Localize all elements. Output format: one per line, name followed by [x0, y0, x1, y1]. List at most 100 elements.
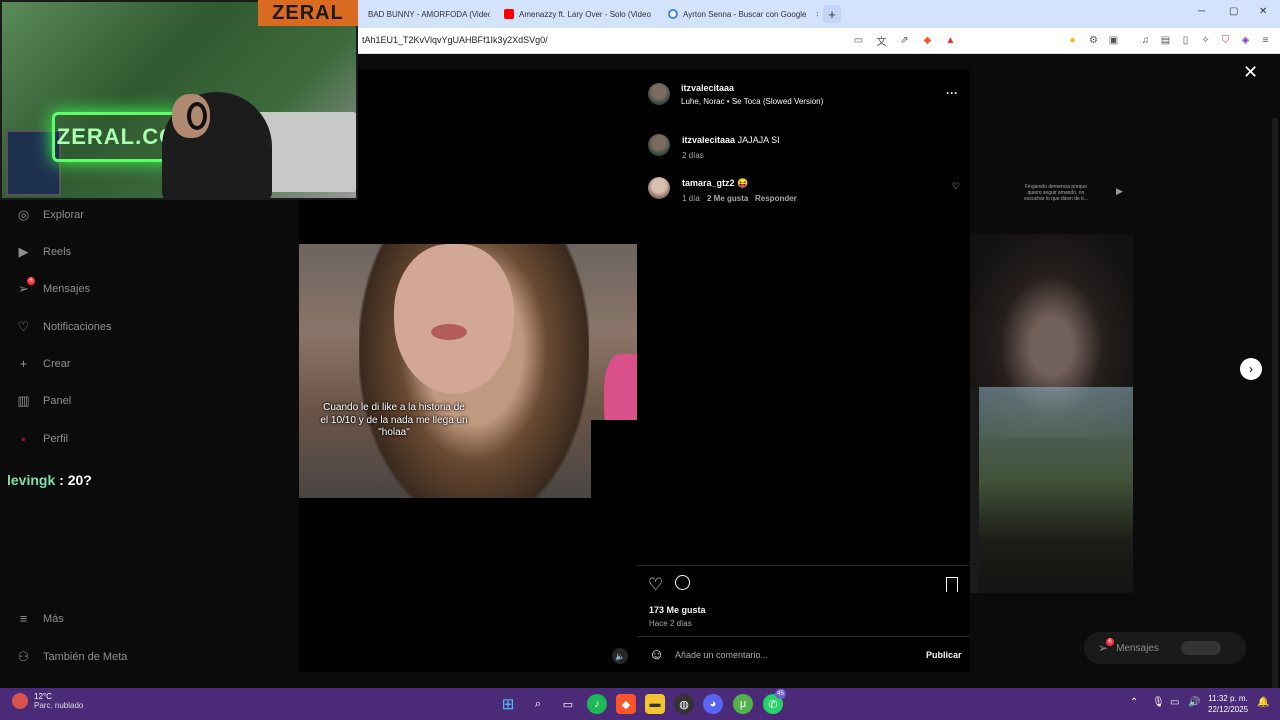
translate-icon[interactable]: 文	[875, 34, 888, 48]
menu-icon[interactable]: ≡	[1259, 34, 1272, 47]
url-text[interactable]: tAh1EU1_T2KvVlqvYgUAHBFf1Ik3y2XdSVg0/	[362, 35, 548, 45]
tab-ayrton-senna[interactable]: Ayrton Senna - Buscar con Google ✕	[660, 3, 818, 25]
tab-title: BAD BUNNY - AMORFODA (Video O	[368, 9, 490, 19]
more-options-icon[interactable]: ···	[946, 86, 958, 100]
close-icon[interactable]: ✕	[1243, 62, 1258, 83]
grid-post-thumbnail[interactable]	[979, 387, 1133, 593]
sidebar-item-panel[interactable]: ▥ Panel	[16, 393, 71, 408]
sidebar-item-explorar[interactable]: ◎ Explorar	[16, 207, 84, 222]
comment: itzvalecitaaa JAJAJA SI	[682, 135, 780, 145]
extension-icon[interactable]: ⚙	[1087, 34, 1100, 47]
minimize-button[interactable]: ─	[1198, 6, 1205, 17]
notification-badge: 45	[775, 689, 786, 699]
mute-button[interactable]: 🔈	[612, 648, 628, 664]
reading-list-icon[interactable]: ▤	[1159, 34, 1172, 47]
comment-likes[interactable]: 2 Me gusta	[707, 194, 748, 203]
like-count[interactable]: 173 Me gusta	[649, 605, 706, 615]
heart-icon: ♡	[17, 318, 30, 334]
brave-rewards-icon[interactable]: ▲	[944, 34, 957, 47]
windows-taskbar: 12°C Parc. nublado ⊞ ⌕ ▭ ♪ ◆ ▬ ◍ ◕ μ ✆ 4…	[0, 688, 1280, 720]
comment-user[interactable]: itzvalecitaaa	[682, 135, 735, 145]
bookmark-icon[interactable]	[946, 577, 958, 592]
sidebar-item-mensajes[interactable]: ➢ 6 Mensajes	[16, 277, 90, 296]
extension-icon[interactable]: ✧	[1199, 34, 1212, 47]
share-icon[interactable]: ⇗	[898, 34, 911, 47]
post-audio[interactable]: Luhe, Norac • Se Toca (Slowed Version)	[681, 97, 823, 106]
avatar[interactable]	[648, 177, 670, 199]
sidebar-item-meta[interactable]: ⚇ También de Meta	[16, 648, 128, 664]
brave-shield-icon[interactable]: ◆	[921, 34, 934, 47]
scrollbar[interactable]	[1270, 108, 1280, 720]
new-tab-button[interactable]: +	[823, 5, 841, 23]
post-video[interactable]: Cuando le di like a la historia de el 10…	[299, 244, 637, 498]
video-frame-face	[394, 244, 514, 394]
menu-icon: ≡	[19, 611, 28, 626]
tab-title: Amenazzy ft. Lary Over - Solo (Video	[519, 9, 651, 19]
grid-divider	[970, 387, 979, 593]
task-view-icon[interactable]: ▭	[558, 694, 578, 714]
system-clock[interactable]: 11:32 p. m. 22/12/2025	[1208, 693, 1248, 715]
vpn-icon[interactable]: ⛉	[1219, 34, 1232, 47]
comment-text: JAJAJA SI	[737, 135, 780, 145]
close-icon[interactable]: ✕	[815, 10, 818, 19]
obs-icon[interactable]: ◍	[674, 694, 694, 714]
sidebar-item-label: Panel	[43, 394, 72, 407]
notification-icon[interactable]: 🔔	[1257, 697, 1269, 708]
reply-button[interactable]: Responder	[755, 194, 797, 203]
messages-icon: ➢ 6	[16, 277, 35, 296]
comment-icon[interactable]	[675, 575, 690, 590]
comment-input[interactable]: Añade un comentario...	[675, 650, 768, 660]
meta-icon: ⚇	[17, 648, 30, 664]
extension-icon[interactable]: ●	[1066, 34, 1079, 47]
volume-icon[interactable]: 🔊	[1188, 697, 1200, 708]
sidebar-item-label: Reels	[43, 245, 72, 258]
spotify-icon[interactable]: ♪	[587, 694, 607, 714]
heart-icon[interactable]: ♡	[952, 181, 960, 192]
close-window-button[interactable]: ✕	[1259, 6, 1267, 17]
sidebar-item-mas[interactable]: ≡ Más	[16, 611, 64, 626]
music-icon[interactable]: ♫	[1139, 34, 1152, 47]
scrollbar-thumb[interactable]	[1272, 118, 1278, 720]
utorrent-icon[interactable]: μ	[733, 694, 753, 714]
post-author[interactable]: itzvalecitaaa	[681, 83, 734, 93]
avatar[interactable]	[648, 83, 670, 105]
emoji-icon[interactable]: ☺	[649, 646, 664, 663]
chat-text: : 20?	[59, 472, 92, 488]
like-heart-icon[interactable]: ♡	[648, 575, 663, 595]
discord-icon[interactable]: ◕	[703, 694, 723, 714]
avatar-stack	[1180, 641, 1221, 655]
tab-title: Ayrton Senna - Buscar con Google	[683, 9, 807, 19]
avatar[interactable]	[648, 134, 670, 156]
sidebar-item-perfil[interactable]: ● Perfil	[16, 431, 68, 446]
next-post-button[interactable]: ›	[1240, 358, 1262, 380]
wallet-icon[interactable]: ◈	[1239, 34, 1252, 47]
tray-chevron-icon[interactable]: ⌃	[1130, 697, 1138, 708]
cast-icon[interactable]: ▭	[852, 34, 865, 47]
tab-amenazzy[interactable]: Amenazzy ft. Lary Over - Solo (Video ✕	[496, 3, 654, 25]
sidebar-item-reels[interactable]: ▶ Reels	[16, 244, 72, 259]
video-letterbox	[591, 420, 637, 498]
publish-button[interactable]: Publicar	[926, 650, 962, 660]
whatsapp-icon[interactable]: ✆ 45	[763, 689, 786, 714]
messages-pill[interactable]: ➢ 6 Mensajes	[1084, 632, 1246, 664]
post-date: Hace 2 días	[649, 619, 692, 628]
network-icon[interactable]: ▭	[1170, 697, 1179, 708]
divider	[637, 565, 970, 566]
sidebar-icon[interactable]: ▯	[1179, 34, 1192, 47]
maximize-button[interactable]: ▢	[1229, 6, 1238, 17]
divider	[637, 636, 970, 637]
tab-bad-bunny[interactable]: BAD BUNNY - AMORFODA (Video O ✕	[360, 3, 490, 25]
grid-post-caption: Fingiendo demencia porque quiero seguir …	[1024, 184, 1088, 202]
folder-icon[interactable]: ▬	[645, 694, 665, 714]
start-icon[interactable]: ⊞	[498, 694, 518, 714]
sidebar-item-notificaciones[interactable]: ♡ Notificaciones	[16, 318, 112, 334]
google-icon	[668, 9, 678, 19]
weather-widget[interactable]: 12°C Parc. nublado	[12, 692, 83, 710]
search-icon[interactable]: ⌕	[528, 694, 548, 714]
sidebar-item-crear[interactable]: + Crear	[16, 356, 71, 371]
brave-icon[interactable]: ◆	[616, 694, 636, 714]
microphone-icon[interactable]: 🎙	[1152, 697, 1165, 708]
comment-user[interactable]: tamara_gtz2	[682, 178, 735, 188]
extension-icon[interactable]: ▣	[1107, 34, 1120, 47]
messages-label: Mensajes	[1116, 642, 1159, 654]
